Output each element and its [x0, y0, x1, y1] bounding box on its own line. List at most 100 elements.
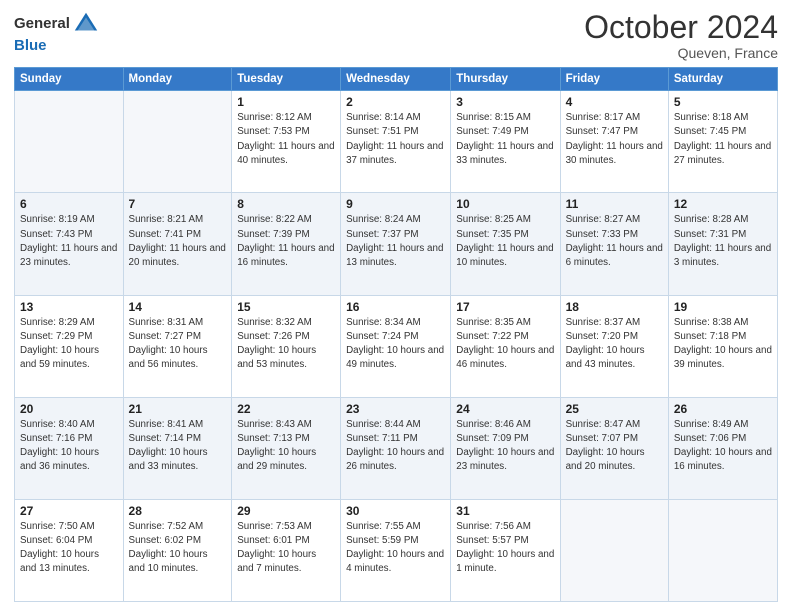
- week-row-4: 20Sunrise: 8:40 AMSunset: 7:16 PMDayligh…: [15, 397, 778, 499]
- calendar-cell: 3 Sunrise: 8:15 AMSunset: 7:49 PMDaylight…: [451, 91, 560, 193]
- day-info: Sunrise: 8:44 AMSunset: 7:11 PMDaylight:…: [346, 418, 445, 475]
- calendar-cell: 26 Sunrise: 8:49 AMSunset: 7:06 PMDayligh…: [668, 397, 777, 499]
- day-number: 7: [129, 197, 227, 211]
- calendar-cell: 20Sunrise: 8:40 AMSunset: 7:16 PMDayligh…: [15, 397, 124, 499]
- calendar-cell: 28 Sunrise: 7:52 AMSunset: 6:02 PMDayligh…: [123, 499, 232, 601]
- day-info: Sunrise: 7:53 AMSunset: 6:01 PMDaylight:…: [237, 520, 335, 577]
- calendar-cell: 23 Sunrise: 8:44 AMSunset: 7:11 PMDayligh…: [341, 397, 451, 499]
- day-info: Sunrise: 7:52 AMSunset: 6:02 PMDaylight:…: [129, 520, 227, 577]
- day-info: Sunrise: 8:22 AMSunset: 7:39 PMDaylight:…: [237, 213, 335, 270]
- day-info: Sunrise: 8:15 AMSunset: 7:49 PMDaylight:…: [456, 111, 554, 168]
- day-number: 1: [237, 95, 335, 109]
- calendar-cell: 13 Sunrise: 8:29 AMSunset: 7:29 PMDayligh…: [15, 295, 124, 397]
- day-info: Sunrise: 8:49 AMSunset: 7:06 PMDaylight:…: [674, 418, 772, 475]
- calendar-cell: 14 Sunrise: 8:31 AMSunset: 7:27 PMDayligh…: [123, 295, 232, 397]
- day-number: 27: [20, 504, 118, 518]
- day-number: 29: [237, 504, 335, 518]
- day-info: Sunrise: 8:43 AMSunset: 7:13 PMDaylight:…: [237, 418, 335, 475]
- day-number: 21: [129, 402, 227, 416]
- day-info: Sunrise: 8:38 AMSunset: 7:18 PMDaylight:…: [674, 316, 772, 373]
- day-info: Sunrise: 8:24 AMSunset: 7:37 PMDaylight:…: [346, 213, 445, 270]
- day-info: Sunrise: 8:19 AMSunset: 7:43 PMDaylight:…: [20, 213, 118, 270]
- weekday-header-friday: Friday: [560, 68, 668, 91]
- day-number: 9: [346, 197, 445, 211]
- title-block: October 2024 Queven, France: [584, 10, 778, 61]
- day-info: Sunrise: 8:35 AMSunset: 7:22 PMDaylight:…: [456, 316, 554, 373]
- day-number: 30: [346, 504, 445, 518]
- calendar-cell: 25 Sunrise: 8:47 AMSunset: 7:07 PMDayligh…: [560, 397, 668, 499]
- day-info: Sunrise: 7:50 AMSunset: 6:04 PMDaylight:…: [20, 520, 118, 577]
- day-number: 31: [456, 504, 554, 518]
- day-number: 5: [674, 95, 772, 109]
- day-number: 17: [456, 300, 554, 314]
- day-info: Sunrise: 8:17 AMSunset: 7:47 PMDaylight:…: [566, 111, 663, 168]
- calendar-cell: 8Sunrise: 8:22 AMSunset: 7:39 PMDaylight…: [232, 193, 341, 295]
- calendar-cell: 5 Sunrise: 8:18 AMSunset: 7:45 PMDaylight…: [668, 91, 777, 193]
- day-info: Sunrise: 8:37 AMSunset: 7:20 PMDaylight:…: [566, 316, 663, 373]
- calendar-cell: [668, 499, 777, 601]
- day-number: 4: [566, 95, 663, 109]
- day-number: 26: [674, 402, 772, 416]
- day-info: Sunrise: 8:12 AMSunset: 7:53 PMDaylight:…: [237, 111, 335, 168]
- calendar-cell: 10 Sunrise: 8:25 AMSunset: 7:35 PMDayligh…: [451, 193, 560, 295]
- day-info: Sunrise: 7:55 AMSunset: 5:59 PMDaylight:…: [346, 520, 445, 577]
- day-number: 23: [346, 402, 445, 416]
- day-number: 22: [237, 402, 335, 416]
- day-info: Sunrise: 8:41 AMSunset: 7:14 PMDaylight:…: [129, 418, 227, 475]
- calendar-cell: 29 Sunrise: 7:53 AMSunset: 6:01 PMDayligh…: [232, 499, 341, 601]
- day-info: Sunrise: 8:32 AMSunset: 7:26 PMDaylight:…: [237, 316, 335, 373]
- weekday-header-saturday: Saturday: [668, 68, 777, 91]
- location-subtitle: Queven, France: [584, 45, 778, 61]
- weekday-header-sunday: Sunday: [15, 68, 124, 91]
- calendar-cell: 31 Sunrise: 7:56 AMSunset: 5:57 PMDayligh…: [451, 499, 560, 601]
- day-info: Sunrise: 7:56 AMSunset: 5:57 PMDaylight:…: [456, 520, 554, 577]
- weekday-header-monday: Monday: [123, 68, 232, 91]
- logo-general: General: [14, 16, 70, 33]
- day-info: Sunrise: 8:31 AMSunset: 7:27 PMDaylight:…: [129, 316, 227, 373]
- day-number: 18: [566, 300, 663, 314]
- calendar-cell: [560, 499, 668, 601]
- calendar-cell: 18 Sunrise: 8:37 AMSunset: 7:20 PMDayligh…: [560, 295, 668, 397]
- logo-blue: Blue: [14, 38, 47, 55]
- calendar-table: SundayMondayTuesdayWednesdayThursdayFrid…: [14, 67, 778, 602]
- day-info: Sunrise: 8:18 AMSunset: 7:45 PMDaylight:…: [674, 111, 772, 168]
- calendar-cell: 24Sunrise: 8:46 AMSunset: 7:09 PMDayligh…: [451, 397, 560, 499]
- calendar-cell: 12Sunrise: 8:28 AMSunset: 7:31 PMDayligh…: [668, 193, 777, 295]
- day-info: Sunrise: 8:25 AMSunset: 7:35 PMDaylight:…: [456, 213, 554, 270]
- week-row-2: 6Sunrise: 8:19 AMSunset: 7:43 PMDaylight…: [15, 193, 778, 295]
- day-info: Sunrise: 8:29 AMSunset: 7:29 PMDaylight:…: [20, 316, 118, 373]
- calendar-cell: 21 Sunrise: 8:41 AMSunset: 7:14 PMDayligh…: [123, 397, 232, 499]
- day-number: 25: [566, 402, 663, 416]
- calendar-cell: 22 Sunrise: 8:43 AMSunset: 7:13 PMDayligh…: [232, 397, 341, 499]
- calendar-cell: 19Sunrise: 8:38 AMSunset: 7:18 PMDayligh…: [668, 295, 777, 397]
- weekday-header-tuesday: Tuesday: [232, 68, 341, 91]
- header: General Blue October 2024 Queven, France: [14, 10, 778, 61]
- day-info: Sunrise: 8:34 AMSunset: 7:24 PMDaylight:…: [346, 316, 445, 373]
- day-number: 14: [129, 300, 227, 314]
- calendar-cell: 11 Sunrise: 8:27 AMSunset: 7:33 PMDayligh…: [560, 193, 668, 295]
- calendar-cell: 17 Sunrise: 8:35 AMSunset: 7:22 PMDayligh…: [451, 295, 560, 397]
- day-number: 3: [456, 95, 554, 109]
- calendar-cell: [123, 91, 232, 193]
- day-info: Sunrise: 8:40 AMSunset: 7:16 PMDaylight:…: [20, 418, 118, 475]
- day-info: Sunrise: 8:28 AMSunset: 7:31 PMDaylight:…: [674, 213, 772, 270]
- month-title: October 2024: [584, 10, 778, 45]
- logo-icon: [72, 10, 100, 38]
- day-number: 28: [129, 504, 227, 518]
- week-row-1: 1 Sunrise: 8:12 AMSunset: 7:53 PMDaylight…: [15, 91, 778, 193]
- calendar-cell: 27 Sunrise: 7:50 AMSunset: 6:04 PMDayligh…: [15, 499, 124, 601]
- day-info: Sunrise: 8:47 AMSunset: 7:07 PMDaylight:…: [566, 418, 663, 475]
- logo: General Blue: [14, 10, 100, 55]
- day-number: 2: [346, 95, 445, 109]
- day-number: 11: [566, 197, 663, 211]
- day-info: Sunrise: 8:14 AMSunset: 7:51 PMDaylight:…: [346, 111, 445, 168]
- day-number: 13: [20, 300, 118, 314]
- day-number: 10: [456, 197, 554, 211]
- week-row-5: 27 Sunrise: 7:50 AMSunset: 6:04 PMDayligh…: [15, 499, 778, 601]
- page: General Blue October 2024 Queven, France…: [0, 0, 792, 612]
- day-number: 15: [237, 300, 335, 314]
- weekday-header-row: SundayMondayTuesdayWednesdayThursdayFrid…: [15, 68, 778, 91]
- calendar-cell: 16Sunrise: 8:34 AMSunset: 7:24 PMDayligh…: [341, 295, 451, 397]
- calendar-cell: 30 Sunrise: 7:55 AMSunset: 5:59 PMDayligh…: [341, 499, 451, 601]
- day-info: Sunrise: 8:27 AMSunset: 7:33 PMDaylight:…: [566, 213, 663, 270]
